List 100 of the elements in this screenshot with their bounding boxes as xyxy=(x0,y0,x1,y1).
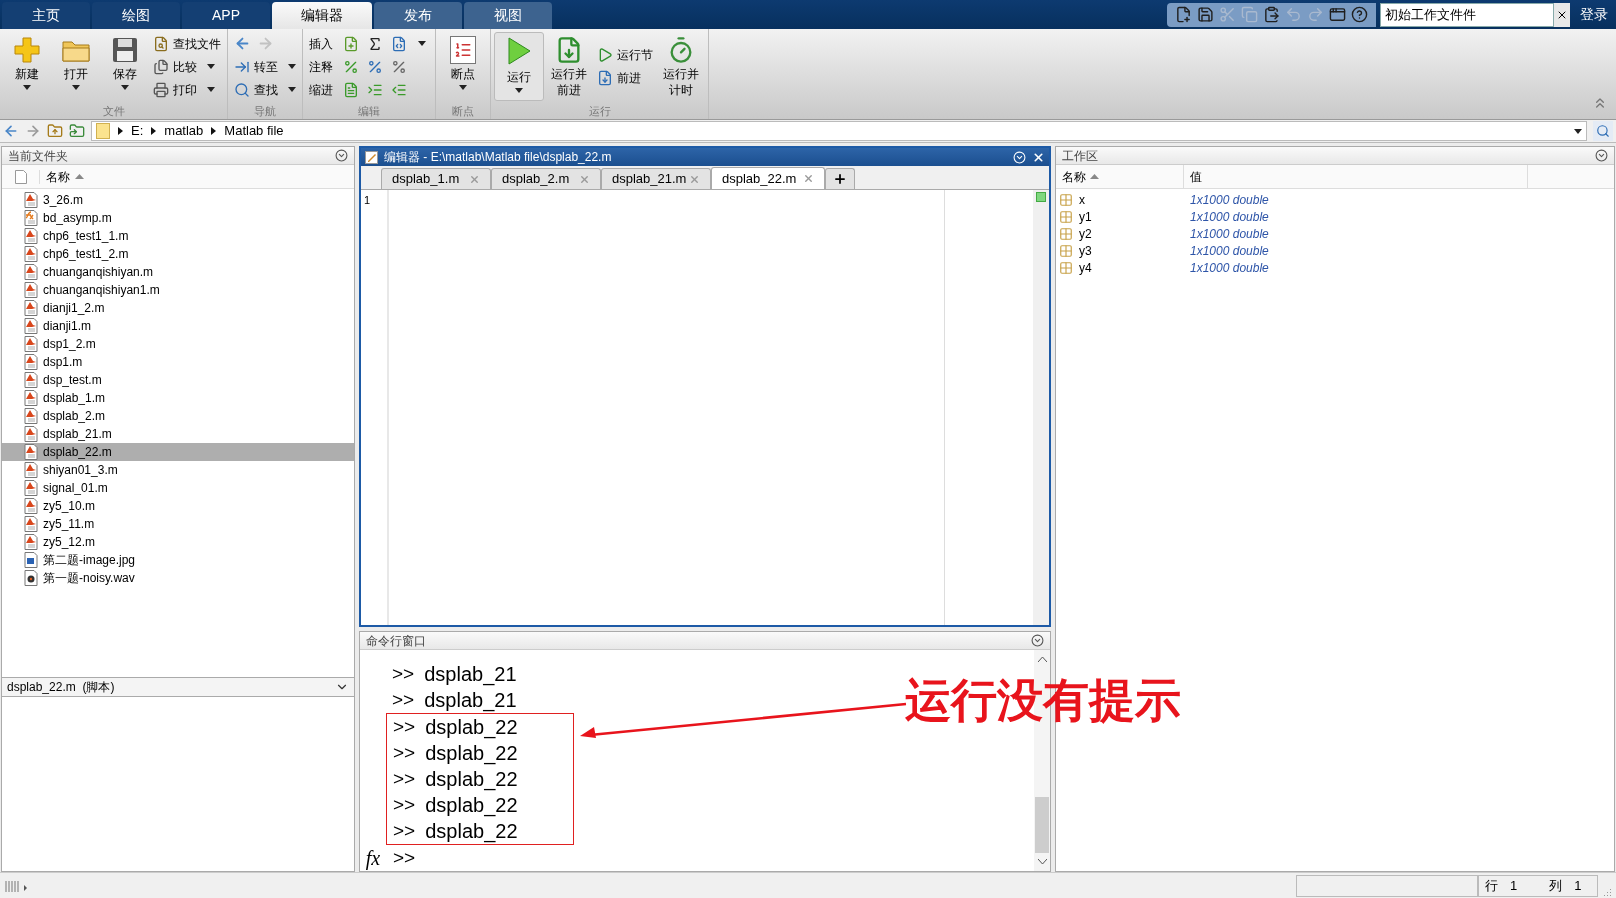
ribbon-button[interactable]: 查找 xyxy=(231,78,299,101)
insert-icon[interactable] xyxy=(343,35,359,52)
file-row[interactable]: dsplab_22.m xyxy=(2,443,354,461)
path-field[interactable]: E: matlab Matlab file xyxy=(91,121,1587,141)
save-icon[interactable] xyxy=(1197,6,1214,23)
file-row[interactable]: dianji1.m xyxy=(2,317,354,335)
script-file-icon xyxy=(24,246,38,262)
file-row[interactable]: signal_01.m xyxy=(2,479,354,497)
editor-tab[interactable]: dsplab_2.m xyxy=(491,168,601,189)
function-icon[interactable] xyxy=(367,35,383,52)
file-row[interactable]: shiyan01_3.m xyxy=(2,461,354,479)
search-field[interactable]: 初始工作文件件 xyxy=(1380,2,1554,27)
ribbon-button[interactable]: 断点 xyxy=(439,30,487,103)
close-tab-icon[interactable] xyxy=(469,173,480,185)
variable-row[interactable]: y1 1x1000 double xyxy=(1056,208,1614,225)
ribbon-button[interactable]: 打开 xyxy=(52,30,100,103)
ribbon-tab[interactable]: APP xyxy=(182,2,270,29)
column-header[interactable]: 值 xyxy=(1184,165,1528,188)
breadcrumb[interactable]: E: xyxy=(131,121,144,141)
file-row[interactable]: dsp1_2.m xyxy=(2,335,354,353)
column-header[interactable]: 名称 xyxy=(40,167,84,186)
file-row[interactable]: chp6_test1_1.m xyxy=(2,227,354,245)
back-icon[interactable] xyxy=(234,35,251,52)
breakpoints-icon xyxy=(450,36,476,64)
file-row[interactable]: zy5_11.m xyxy=(2,515,354,533)
new-tab-icon[interactable] xyxy=(825,168,855,189)
folder-up-icon[interactable] xyxy=(47,123,63,139)
line-number: 1 xyxy=(363,193,372,208)
ribbon-button[interactable]: 比较 xyxy=(150,55,224,78)
file-row[interactable]: 第一题-noisy.wav xyxy=(2,569,354,587)
close-icon[interactable] xyxy=(1032,150,1045,164)
ribbon-button[interactable]: 运行并计时 xyxy=(657,30,705,103)
file-row[interactable]: zy5_10.m xyxy=(2,497,354,515)
new-script-icon[interactable] xyxy=(1175,6,1192,23)
editor-tab[interactable]: dsplab_1.m xyxy=(381,168,491,189)
column-header[interactable]: 名称 xyxy=(1056,165,1184,188)
help-icon[interactable] xyxy=(1351,6,1368,23)
file-row[interactable]: chp6_test1_2.m xyxy=(2,245,354,263)
file-row[interactable]: 3_26.m xyxy=(2,191,354,209)
forward-icon[interactable] xyxy=(25,123,41,139)
editor-tab[interactable]: dsplab_22.m xyxy=(711,167,825,189)
editor-tab[interactable]: dsplab_21.m xyxy=(601,168,711,189)
variable-row[interactable]: y2 1x1000 double xyxy=(1056,225,1614,242)
back-icon[interactable] xyxy=(3,123,19,139)
ribbon-button[interactable]: 保存 xyxy=(101,30,149,103)
code-icon[interactable] xyxy=(391,35,407,52)
browse-folder-icon[interactable] xyxy=(69,123,85,139)
ribbon-button[interactable]: 前进 xyxy=(594,66,656,90)
file-row[interactable]: dianji1_2.m xyxy=(2,299,354,317)
dropdown-button[interactable] xyxy=(415,41,429,46)
file-row[interactable]: dsp1.m xyxy=(2,353,354,371)
panel-title: 工作区 xyxy=(1062,147,1098,165)
breadcrumb[interactable]: Matlab file xyxy=(224,121,284,141)
run-button[interactable]: 运行 xyxy=(494,32,544,101)
ribbon-button[interactable]: 运行节 xyxy=(594,43,656,67)
file-row[interactable]: chuanganqishiyan1.m xyxy=(2,281,354,299)
scroll-up-icon[interactable] xyxy=(1037,656,1047,662)
file-row[interactable]: dsplab_1.m xyxy=(2,389,354,407)
smart-indent-icon[interactable] xyxy=(343,81,359,98)
ribbon-button[interactable]: 运行并前进 xyxy=(545,30,593,103)
variable-row[interactable]: y3 1x1000 double xyxy=(1056,242,1614,259)
login-link[interactable]: 登录 xyxy=(1580,4,1608,25)
close-tab-icon[interactable] xyxy=(689,173,700,185)
ribbon-button[interactable]: 打印 xyxy=(150,78,224,101)
ribbon-button[interactable]: 新建 xyxy=(3,30,51,103)
function-browser-button[interactable]: fx xyxy=(360,843,386,873)
wrap-comment-icon[interactable] xyxy=(391,58,407,75)
ribbon-button[interactable]: 转至 xyxy=(231,55,299,78)
file-row[interactable]: zy5_12.m xyxy=(2,533,354,551)
windows-icon[interactable] xyxy=(1329,6,1346,23)
clear-icon[interactable] xyxy=(1554,2,1570,27)
file-row[interactable]: dsplab_2.m xyxy=(2,407,354,425)
file-row[interactable]: bd_asymp.m xyxy=(2,209,354,227)
comment-icon[interactable] xyxy=(343,58,359,75)
panel-menu-icon[interactable] xyxy=(1031,634,1044,647)
ribbon-tab[interactable]: 发布 xyxy=(374,2,462,29)
variable-row[interactable]: x 1x1000 double xyxy=(1056,191,1614,208)
ribbon-button[interactable]: 查找文件 xyxy=(150,32,224,55)
close-tab-icon[interactable] xyxy=(803,173,814,184)
breadcrumb[interactable]: matlab xyxy=(164,121,204,141)
command-prompt[interactable]: >> xyxy=(386,843,416,873)
close-tab-icon[interactable] xyxy=(579,173,590,185)
panel-menu-icon[interactable] xyxy=(335,149,348,162)
folder-icon xyxy=(62,38,90,62)
scrollbar-thumb[interactable] xyxy=(1035,797,1049,853)
panel-menu-icon[interactable] xyxy=(1595,149,1608,162)
file-row[interactable]: chuanganqishiyan.m xyxy=(2,263,354,281)
paste-icon[interactable] xyxy=(1263,6,1280,23)
ribbon-tab[interactable]: 主页 xyxy=(2,2,90,29)
file-row[interactable]: dsp_test.m xyxy=(2,371,354,389)
scroll-down-icon[interactable] xyxy=(1037,859,1047,865)
file-row[interactable]: dsplab_21.m xyxy=(2,425,354,443)
search-icon[interactable] xyxy=(1593,121,1613,141)
ribbon-tab[interactable]: 编辑器 xyxy=(272,2,372,29)
variable-row[interactable]: y4 1x1000 double xyxy=(1056,259,1614,276)
breadcrumb-separator-icon xyxy=(118,127,123,135)
ribbon-tab[interactable]: 绘图 xyxy=(92,2,180,29)
ribbon-tab[interactable]: 视图 xyxy=(464,2,552,29)
file-row[interactable]: 第二题-image.jpg xyxy=(2,551,354,569)
uncomment-icon[interactable] xyxy=(367,58,383,75)
